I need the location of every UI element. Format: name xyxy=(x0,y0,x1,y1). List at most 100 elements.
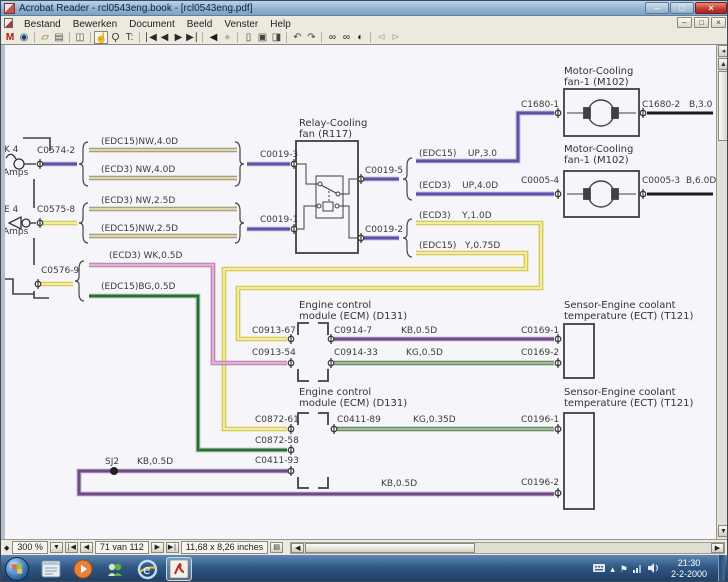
conn-c0411-89-label: C0411-89 xyxy=(337,415,381,425)
show-hidden-icons-icon[interactable]: ▴ xyxy=(610,565,615,574)
motor1-title-line2-label: fan-1 (M102) xyxy=(564,78,629,88)
scroll-down-icon[interactable]: ▼ xyxy=(718,525,728,537)
ect1-title-line1-label: Sensor-Engine coolant xyxy=(564,301,676,311)
motor1-box xyxy=(564,89,639,136)
connector-symbol xyxy=(35,279,41,289)
conn-c0005-3-label: C0005-3 xyxy=(642,176,680,186)
volume-icon[interactable] xyxy=(648,563,660,575)
toolbar: M◉▱▤◫☝ϘT:∣◀◀▶▶∣◀●▯▣◨↶↷∞∞◐⊲⊳ xyxy=(1,30,728,45)
ecm2-bracket xyxy=(298,413,328,488)
close-button[interactable]: × xyxy=(695,2,727,14)
last-page-icon[interactable]: ▶∣ xyxy=(185,31,199,44)
connector-symbol xyxy=(358,233,364,243)
zoom-dropdown-icon[interactable]: ▼ xyxy=(50,542,63,553)
conn-c0169-2-label: C0169-2 xyxy=(521,348,559,358)
media-player-app-button[interactable] xyxy=(70,557,96,581)
connector-symbol xyxy=(331,424,337,434)
show-desktop-button[interactable] xyxy=(718,555,725,582)
wire-b30-label: B,3.0 xyxy=(689,100,712,110)
page-indicator-field[interactable]: 71 van 112 xyxy=(95,541,149,554)
motor2-title-line1-label: Motor-Cooling xyxy=(564,145,633,155)
menu-item-venster[interactable]: Venster xyxy=(218,19,264,30)
next-page-icon[interactable]: ▶ xyxy=(171,31,185,44)
clock-date: 2-2-2000 xyxy=(671,569,707,580)
connector-symbol xyxy=(555,358,561,368)
scroll-left-icon[interactable]: ◀ xyxy=(291,543,304,553)
motor1-title-line1-label: Motor-Cooling xyxy=(564,67,633,77)
first-page-icon[interactable]: ∣◀ xyxy=(143,31,157,44)
document-restore-button[interactable]: □ xyxy=(694,17,709,28)
zoom-tool-icon[interactable]: Ϙ xyxy=(108,31,122,44)
acrobat-globe-icon[interactable]: ◉ xyxy=(17,31,31,44)
scrollbar-thumb[interactable] xyxy=(718,71,728,141)
first-page-button[interactable]: ∣◀ xyxy=(65,542,78,553)
thumbnails-icon[interactable]: ◫ xyxy=(73,31,87,44)
maximize-button[interactable]: □ xyxy=(670,2,694,14)
status-bar: ◆ 300 % ▼ ∣◀ ◀ 71 van 112 ▶ ▶∣ 11,68 x 8… xyxy=(1,539,728,555)
text-select-tool-icon[interactable]: T: xyxy=(122,31,136,44)
adobe-logo-icon[interactable]: M xyxy=(3,31,17,44)
scroll-pane-arrow-icon[interactable]: ◂ xyxy=(718,45,728,57)
hscrollbar-thumb[interactable] xyxy=(305,543,475,553)
wire-kb05-b-label: KB,0.5D xyxy=(137,457,173,467)
scroll-up-icon[interactable]: ▲ xyxy=(718,58,728,70)
menu-item-bestand[interactable]: Bestand xyxy=(18,19,67,30)
hand-tool-icon[interactable]: ☝ xyxy=(94,31,108,44)
conn-c0914-7-label: C0914-7 xyxy=(334,326,372,336)
brace-symbol xyxy=(79,142,88,186)
menu-item-beeld[interactable]: Beeld xyxy=(181,19,219,30)
ect2-title-line2-label: temperature (ECT) (T121) xyxy=(564,399,693,409)
acrobat-app-icon xyxy=(4,3,15,14)
zoom-level-field[interactable]: 300 % xyxy=(12,541,48,554)
journal-app-button[interactable] xyxy=(38,557,64,581)
find-again-icon[interactable]: ∞ xyxy=(339,31,353,44)
rotate-right-icon[interactable]: ↷ xyxy=(304,31,318,44)
status-pane-arrow-icon[interactable]: ◆ xyxy=(4,544,9,552)
document-minimize-button[interactable]: – xyxy=(677,17,692,28)
open-icon[interactable]: ▱ xyxy=(38,31,52,44)
menu-item-document[interactable]: Document xyxy=(123,19,181,30)
toolbar-separator xyxy=(321,32,322,43)
minimize-button[interactable]: – xyxy=(645,2,669,14)
next-view-icon[interactable]: ● xyxy=(220,31,234,44)
wire-b60-label: B,6.0D xyxy=(686,176,716,186)
messenger-app-button[interactable] xyxy=(102,557,128,581)
vertical-scrollbar[interactable]: ◂ ▲ ▼ xyxy=(716,45,728,539)
search-icon[interactable]: ◐ xyxy=(353,31,367,44)
internet-explorer-app-button[interactable]: e xyxy=(134,557,160,581)
menu-item-bewerken[interactable]: Bewerken xyxy=(67,19,123,30)
conn-c0196-2-label: C0196-2 xyxy=(521,478,559,488)
conn-c0913-54-label: C0913-54 xyxy=(252,348,296,358)
actual-size-icon[interactable]: ▯ xyxy=(241,31,255,44)
print-icon[interactable]: ▤ xyxy=(52,31,66,44)
fit-page-icon[interactable]: ▣ xyxy=(255,31,269,44)
action-center-flag-icon[interactable]: ⚑ xyxy=(620,565,628,574)
pane-splitter[interactable] xyxy=(1,45,5,539)
toolbar-separator xyxy=(202,32,203,43)
conn-c0576-9-label: C0576-9 xyxy=(41,266,79,276)
previous-view-icon[interactable]: ◀ xyxy=(206,31,220,44)
pdf-page[interactable]: K 4AmpsC0574-2(EDC15)NW,4.0D(ECD3) NW,4.… xyxy=(1,45,716,539)
horizontal-scrollbar[interactable]: ◀ ▶ xyxy=(290,542,725,554)
fit-width-icon[interactable]: ◨ xyxy=(269,31,283,44)
rotate-left-icon[interactable]: ↶ xyxy=(290,31,304,44)
last-page-button[interactable]: ▶∣ xyxy=(166,542,179,553)
keyboard-tray-icon[interactable] xyxy=(593,564,605,574)
acrobat-reader-app-button[interactable] xyxy=(166,557,192,581)
search-prev-icon[interactable]: ⊲ xyxy=(374,31,388,44)
taskbar-clock[interactable]: 21:30 2-2-2000 xyxy=(665,558,713,580)
wire-ecd3-up40-label: (ECD3) UP,4.0D xyxy=(419,181,498,191)
page-mode-icon[interactable]: ▤ xyxy=(270,542,283,553)
prev-page-icon[interactable]: ◀ xyxy=(157,31,171,44)
network-icon[interactable] xyxy=(633,564,643,575)
menu-item-help[interactable]: Help xyxy=(264,19,297,30)
scroll-right-icon[interactable]: ▶ xyxy=(711,543,724,553)
start-button[interactable] xyxy=(5,557,29,581)
document-close-button[interactable]: × xyxy=(711,17,726,28)
next-page-button[interactable]: ▶ xyxy=(151,542,164,553)
conn-c0872-58-label: C0872-58 xyxy=(255,436,299,446)
wire-kg035-label: KG,0.35D xyxy=(413,415,456,425)
find-icon[interactable]: ∞ xyxy=(325,31,339,44)
prev-page-button[interactable]: ◀ xyxy=(80,542,93,553)
search-next-icon[interactable]: ⊳ xyxy=(388,31,402,44)
